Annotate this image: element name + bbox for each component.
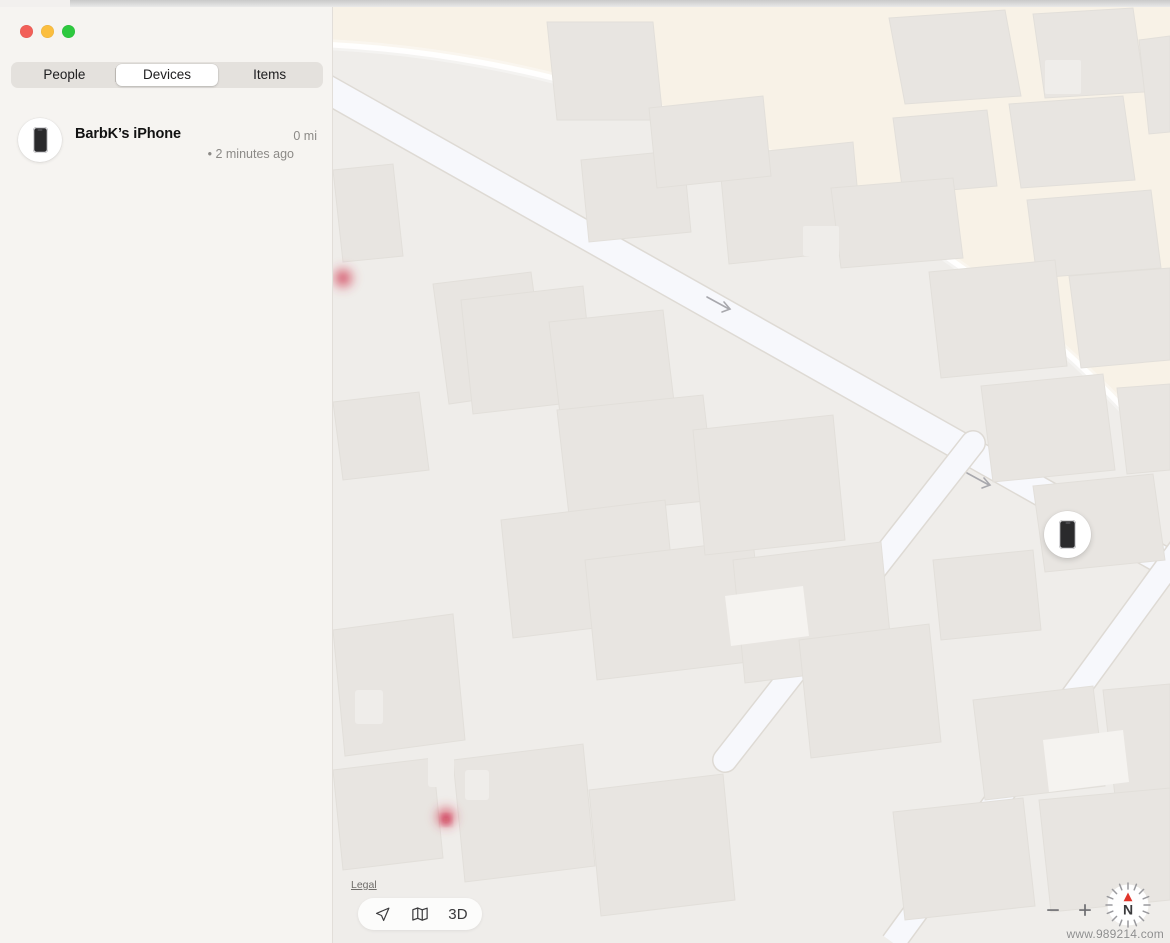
- avatar: [18, 118, 62, 162]
- iphone-icon: [1059, 520, 1076, 549]
- tab-people[interactable]: People: [13, 64, 116, 86]
- device-text-block: BarbK’s iPhone • 2 minutes ago: [75, 112, 319, 162]
- iphone-icon: [32, 127, 48, 153]
- 3d-toggle-label: 3D: [448, 905, 468, 923]
- device-distance: 0 mi: [293, 129, 317, 143]
- traffic-lights: [20, 25, 75, 38]
- close-window-button[interactable]: [20, 25, 33, 38]
- map-device-marker[interactable]: [1044, 511, 1091, 558]
- zoom-in-button[interactable]: [1075, 900, 1095, 920]
- watermark: www.989214.com: [1066, 927, 1164, 941]
- window-chrome-strip: [0, 0, 1170, 7]
- device-status: • 2 minutes ago: [207, 147, 294, 161]
- list-item[interactable]: BarbK’s iPhone • 2 minutes ago 0 mi: [0, 112, 333, 174]
- compass-control[interactable]: N: [1100, 877, 1156, 933]
- find-my-window: Legal 3D N www.989214.com People Devices…: [0, 0, 1170, 943]
- tab-items[interactable]: Items: [218, 64, 321, 86]
- map-vector-layer: [333, 0, 1170, 943]
- tab-items-label: Items: [253, 67, 287, 82]
- tab-devices[interactable]: Devices: [115, 64, 219, 86]
- maximize-window-button[interactable]: [62, 25, 75, 38]
- zoom-out-button[interactable]: [1043, 900, 1063, 920]
- tab-segmented-control: People Devices Items: [11, 62, 323, 88]
- 3d-toggle[interactable]: 3D: [440, 900, 476, 928]
- map-style-icon[interactable]: [402, 900, 438, 928]
- compass-north-label: N: [1123, 902, 1133, 918]
- window-chrome-strip-left: [0, 0, 70, 7]
- tab-people-label: People: [43, 67, 86, 82]
- tab-devices-label: Devices: [143, 67, 192, 82]
- device-list: BarbK’s iPhone • 2 minutes ago 0 mi: [0, 112, 333, 174]
- device-name: BarbK’s iPhone: [75, 126, 182, 142]
- minimize-window-button[interactable]: [41, 25, 54, 38]
- map-controls-pill: 3D: [358, 898, 482, 930]
- legal-link[interactable]: Legal: [351, 879, 377, 891]
- locate-arrow-icon[interactable]: [364, 900, 400, 928]
- map-canvas[interactable]: Legal 3D N www.989214.com: [333, 0, 1170, 943]
- sidebar: People Devices Items BarbK’s iPhone • 2 …: [0, 0, 333, 943]
- map-zoom-controls: [1043, 900, 1095, 920]
